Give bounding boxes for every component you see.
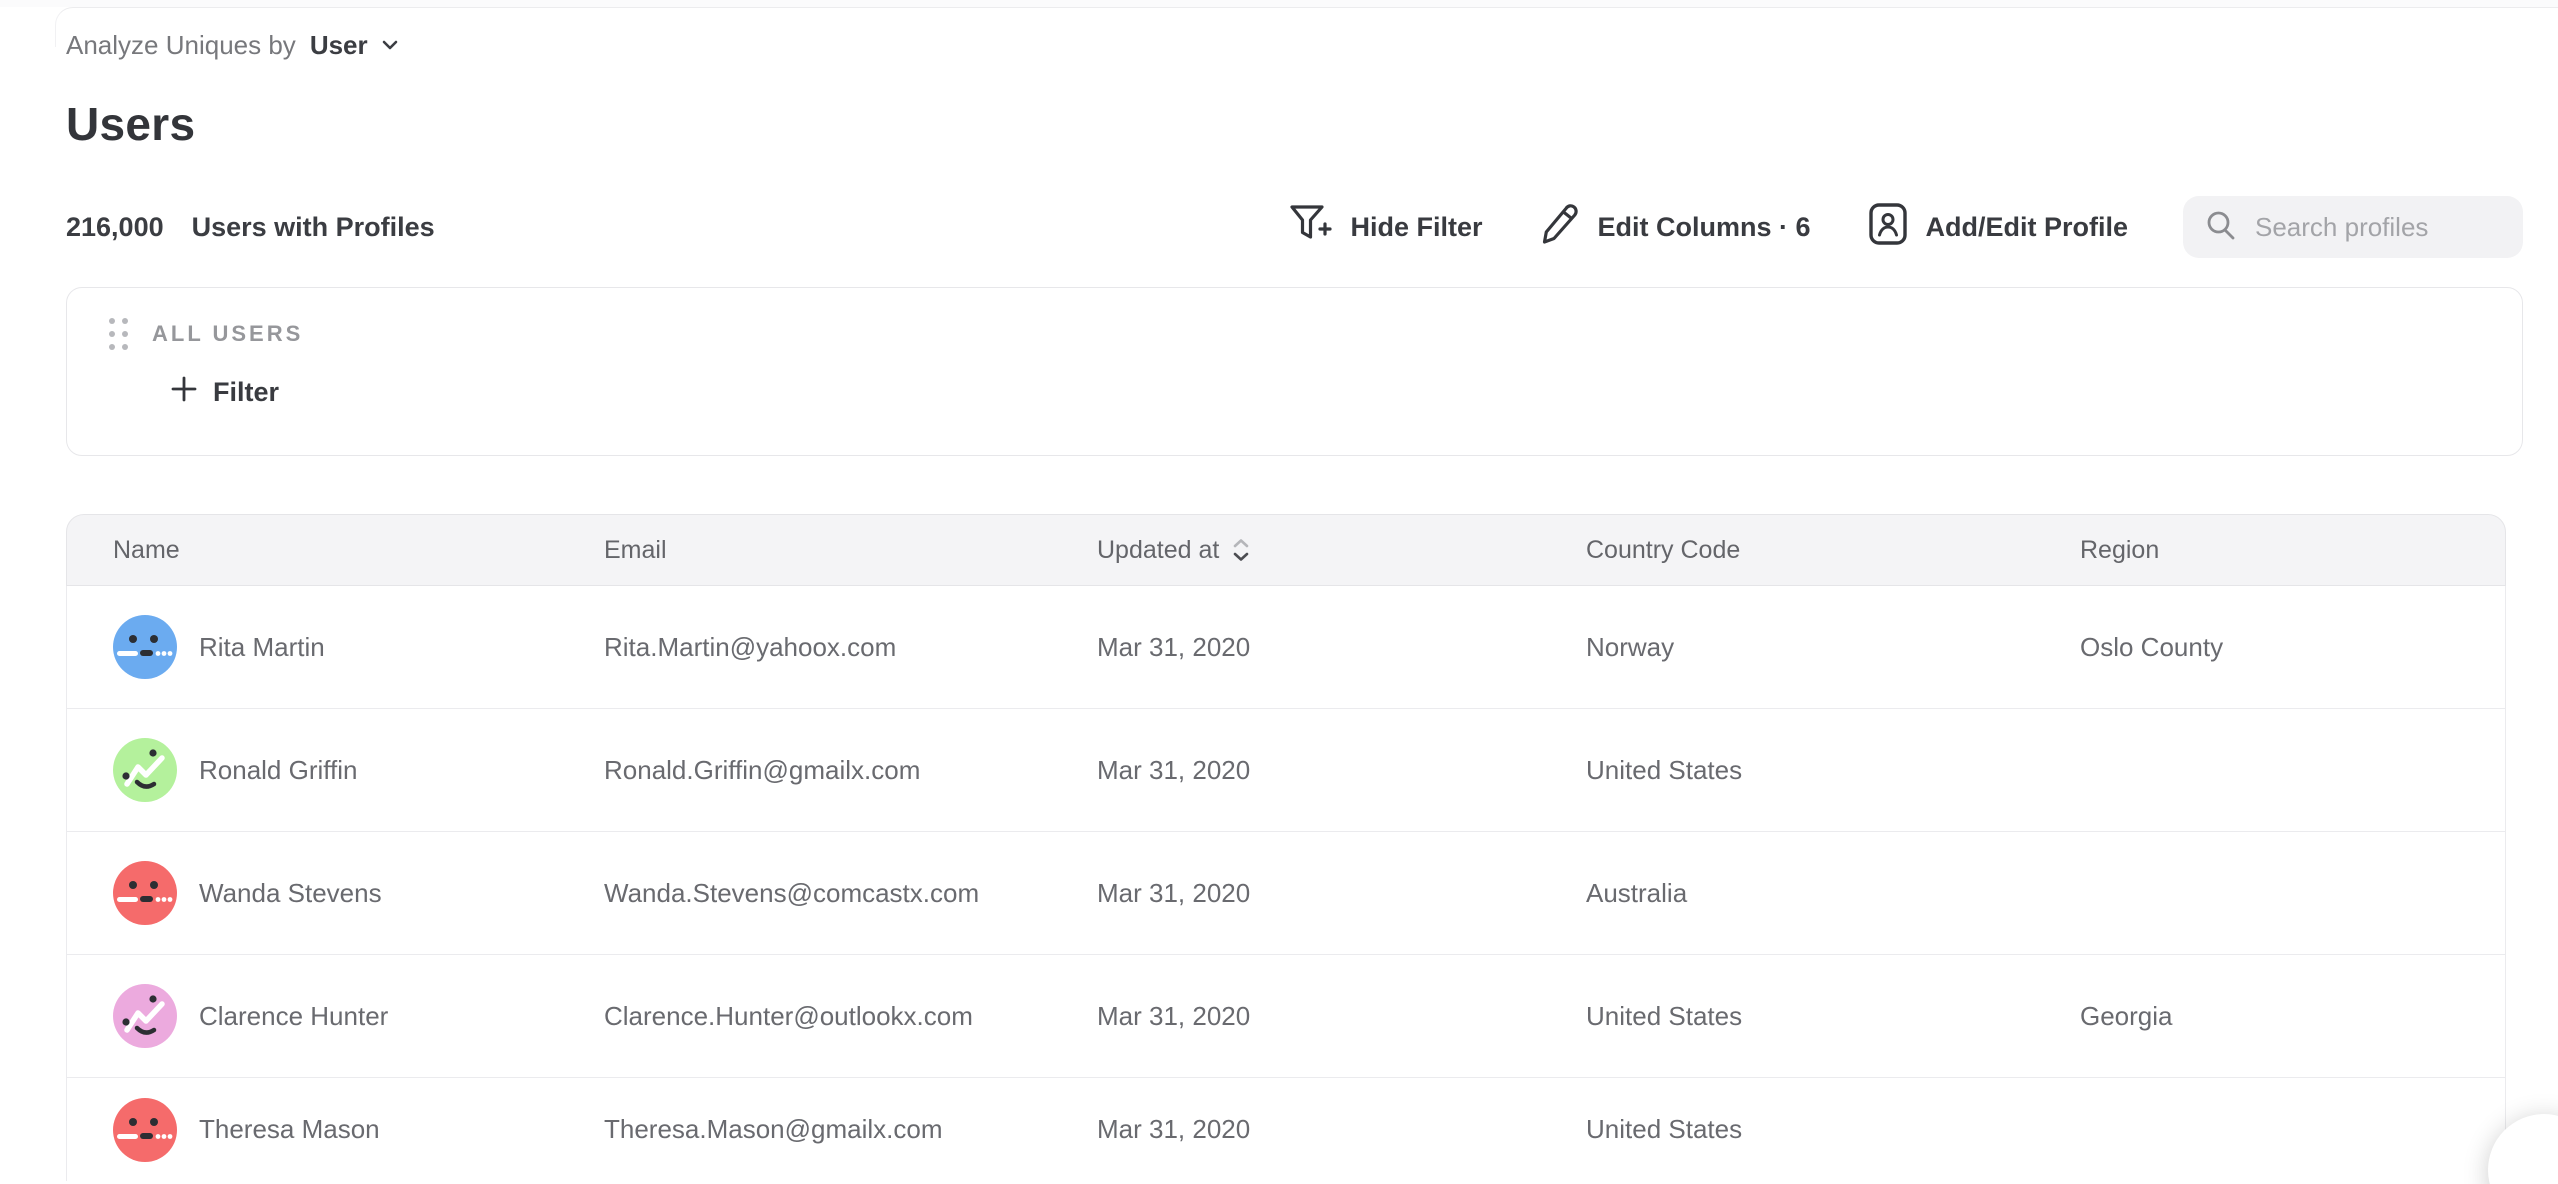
- search-icon: [2203, 207, 2239, 248]
- email-cell: Theresa.Mason@gmailx.com: [604, 1114, 1097, 1145]
- profiles-count-label: Users with Profiles: [192, 212, 435, 243]
- profiles-count-group: 216,000 Users with Profiles: [66, 212, 435, 243]
- avatar: [113, 1098, 177, 1162]
- analyze-by-label: Analyze Uniques by: [66, 30, 296, 61]
- page-title: Users: [66, 96, 2523, 152]
- name-cell: Ronald Griffin: [67, 738, 604, 802]
- avatar: [113, 738, 177, 802]
- table-body: Rita MartinRita.Martin@yahoox.comMar 31,…: [66, 586, 2506, 1181]
- add-filter-button[interactable]: Filter: [169, 374, 279, 411]
- column-header-updated-at[interactable]: Updated at: [1097, 536, 1586, 565]
- avatar: [113, 984, 177, 1048]
- profile-card-icon: [1866, 201, 1910, 254]
- analyze-by-value: User: [310, 30, 368, 61]
- column-header-label: Email: [604, 536, 667, 565]
- name-cell: Clarence Hunter: [67, 984, 604, 1048]
- analyze-by-dropdown[interactable]: User: [310, 30, 402, 61]
- region-cell: Oslo County: [2080, 632, 2505, 663]
- column-header-label: Country Code: [1586, 536, 1740, 565]
- column-header-name[interactable]: Name: [67, 536, 604, 565]
- sort-icon[interactable]: [1231, 537, 1251, 563]
- toolbar: Hide Filter Edit Columns · 6: [1288, 196, 2523, 258]
- region-cell: Georgia: [2080, 1001, 2505, 1032]
- chevron-down-icon: [378, 33, 402, 57]
- email-cell: Rita.Martin@yahoox.com: [604, 632, 1097, 663]
- column-header-label: Name: [113, 536, 180, 565]
- users-page: Analyze Uniques by User Users 216,000 Us…: [0, 0, 2558, 1184]
- country-cell: United States: [1586, 1114, 2080, 1145]
- stats-toolbar-row: 216,000 Users with Profiles Hide Filter: [66, 196, 2523, 258]
- column-header-country-code[interactable]: Country Code: [1586, 536, 2080, 565]
- filter-group-label: ALL USERS: [152, 321, 303, 347]
- user-name: Clarence Hunter: [199, 1001, 388, 1032]
- profiles-count: 216,000: [66, 212, 164, 243]
- updated-cell: Mar 31, 2020: [1097, 1114, 1586, 1145]
- search-input[interactable]: [2255, 212, 2503, 243]
- country-cell: Australia: [1586, 878, 2080, 909]
- country-cell: Norway: [1586, 632, 2080, 663]
- hide-filter-button[interactable]: Hide Filter: [1288, 202, 1482, 253]
- name-cell: Rita Martin: [67, 615, 604, 679]
- avatar: [113, 861, 177, 925]
- add-filter-label: Filter: [213, 377, 279, 408]
- top-strip: [0, 0, 2558, 7]
- email-cell: Wanda.Stevens@comcastx.com: [604, 878, 1097, 909]
- table-header: Name Email Updated at Country Code Region: [66, 514, 2506, 586]
- avatar: [113, 615, 177, 679]
- filter-panel: ALL USERS Filter: [66, 287, 2523, 456]
- hide-filter-label: Hide Filter: [1350, 212, 1482, 243]
- user-name: Wanda Stevens: [199, 878, 382, 909]
- funnel-plus-icon: [1288, 202, 1334, 253]
- updated-cell: Mar 31, 2020: [1097, 1001, 1586, 1032]
- pencil-icon: [1537, 202, 1581, 253]
- country-cell: United States: [1586, 755, 2080, 786]
- drag-handle-icon[interactable]: [109, 318, 128, 350]
- country-cell: United States: [1586, 1001, 2080, 1032]
- column-header-label: Updated at: [1097, 536, 1219, 565]
- add-edit-profile-button[interactable]: Add/Edit Profile: [1866, 201, 2129, 254]
- column-header-region[interactable]: Region: [2080, 536, 2505, 565]
- email-cell: Clarence.Hunter@outlookx.com: [604, 1001, 1097, 1032]
- edit-columns-label: Edit Columns · 6: [1597, 212, 1810, 243]
- user-name: Ronald Griffin: [199, 755, 358, 786]
- users-table: Name Email Updated at Country Code Region Ri…: [66, 514, 2506, 1181]
- user-name: Rita Martin: [199, 632, 325, 663]
- user-name: Theresa Mason: [199, 1114, 380, 1145]
- column-header-email[interactable]: Email: [604, 536, 1097, 565]
- table-row[interactable]: Theresa Mason Theresa.Mason@gmailx.comMar…: [67, 1078, 2505, 1181]
- edit-columns-button[interactable]: Edit Columns · 6: [1537, 202, 1810, 253]
- add-edit-profile-label: Add/Edit Profile: [1926, 212, 2129, 243]
- column-header-label: Region: [2080, 536, 2159, 565]
- updated-cell: Mar 31, 2020: [1097, 878, 1586, 909]
- updated-cell: Mar 31, 2020: [1097, 632, 1586, 663]
- analyze-by-row: Analyze Uniques by User: [66, 28, 2523, 62]
- table-row[interactable]: Clarence Hunter Clarence.Hunter@outlookx.…: [67, 955, 2505, 1078]
- search-profiles-box[interactable]: [2183, 196, 2523, 258]
- email-cell: Ronald.Griffin@gmailx.com: [604, 755, 1097, 786]
- updated-cell: Mar 31, 2020: [1097, 755, 1586, 786]
- table-row[interactable]: Rita Martin Rita.Martin@yahoox.comMar 31,…: [67, 586, 2505, 709]
- name-cell: Wanda Stevens: [67, 861, 604, 925]
- table-row[interactable]: Ronald Griffin Ronald.Griffin@gmailx.comM…: [67, 709, 2505, 832]
- name-cell: Theresa Mason: [67, 1098, 604, 1162]
- plus-icon: [169, 374, 199, 411]
- table-row[interactable]: Wanda Stevens Wanda.Stevens@comcastx.comM…: [67, 832, 2505, 955]
